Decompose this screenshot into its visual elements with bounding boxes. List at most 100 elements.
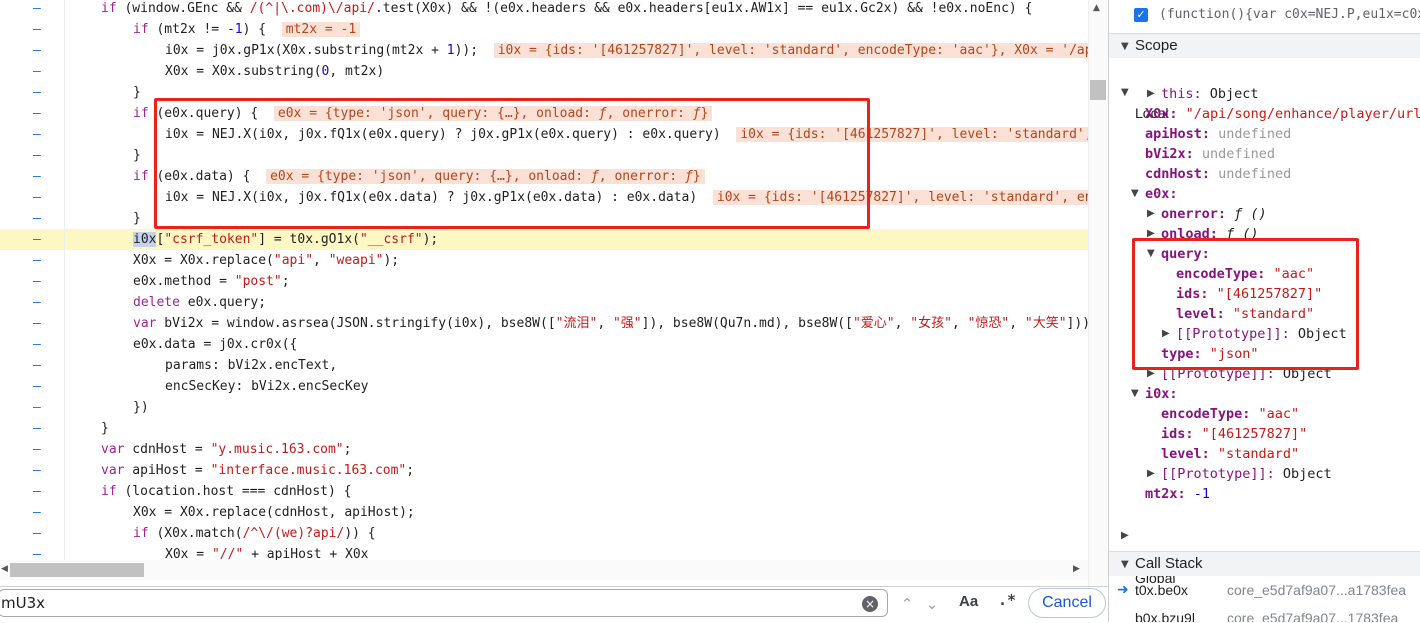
code-line[interactable]: – X0x = X0x.substring(0, mt2x)	[0, 61, 1108, 82]
collapse-triangle-icon[interactable]: ▼	[1131, 184, 1139, 204]
cancel-button[interactable]: Cancel	[1028, 588, 1106, 618]
gutter-breakpoint-marker[interactable]: –	[0, 229, 65, 250]
gutter-breakpoint-marker[interactable]: –	[0, 334, 65, 355]
code-line[interactable]: – if (e0x.data) { e0x = {type: 'json', qu…	[0, 166, 1108, 187]
code-line[interactable]: – if (window.GEnc && /(^|\.com)\/api/.tes…	[0, 0, 1108, 19]
scope-variable-row[interactable]: ▼ query:	[1109, 244, 1420, 264]
gutter-breakpoint-marker[interactable]: –	[0, 61, 65, 82]
scope-local-header[interactable]: ▼ Local	[1109, 63, 1420, 121]
gutter-breakpoint-marker[interactable]: –	[0, 19, 65, 40]
scope-variable-row[interactable]: X0x: "/api/song/enhance/player/url"	[1109, 104, 1420, 124]
breakpoint-checkbox[interactable]: ✓	[1134, 8, 1148, 22]
expand-triangle-icon[interactable]: ▶	[1147, 224, 1155, 244]
gutter-breakpoint-marker[interactable]: –	[0, 40, 65, 61]
gutter-breakpoint-marker[interactable]: –	[0, 292, 65, 313]
code-line[interactable]: – var apiHost = "interface.music.163.com"…	[0, 460, 1108, 481]
scope-variable-row[interactable]: bVi2x: undefined	[1109, 144, 1420, 164]
expand-triangle-icon[interactable]: ▶	[1162, 324, 1170, 344]
collapse-triangle-icon[interactable]: ▼	[1147, 244, 1155, 264]
scope-variable-row[interactable]: ids: "[461257827]"	[1109, 284, 1420, 304]
code-line[interactable]: –}	[0, 145, 1108, 166]
scope-global-header[interactable]: ▶ Global	[1109, 528, 1420, 586]
gutter-breakpoint-marker[interactable]: –	[0, 439, 65, 460]
scope-closure-header[interactable]: ▶ Closure	[1109, 506, 1420, 564]
gutter-breakpoint-marker[interactable]: –	[0, 397, 65, 418]
gutter-breakpoint-marker[interactable]: –	[0, 187, 65, 208]
code-line[interactable]: – encSecKey: bVi2x.encSecKey	[0, 376, 1108, 397]
scroll-right-arrow-icon[interactable]: ▶	[1073, 564, 1080, 574]
frame-location[interactable]: core_e5d7af9a07...a1783fea	[1227, 578, 1406, 602]
callstack-section-header[interactable]: ▼ Call Stack	[1109, 551, 1420, 576]
match-case-button[interactable]: Aa	[959, 593, 978, 610]
scope-variable-row[interactable]: level: "standard"	[1109, 444, 1420, 464]
gutter-breakpoint-marker[interactable]: –	[0, 208, 65, 229]
gutter-breakpoint-marker[interactable]: –	[0, 145, 65, 166]
code-line[interactable]: – i0x = j0x.gP1x(X0x.substring(mt2x + 1))…	[0, 40, 1108, 61]
code-line[interactable]: – var cdnHost = "y.music.163.com";	[0, 439, 1108, 460]
code-line[interactable]: – if (e0x.query) { e0x = {type: 'json', q…	[0, 103, 1108, 124]
gutter-breakpoint-marker[interactable]: –	[0, 502, 65, 523]
expand-triangle-icon[interactable]: ▶	[1147, 84, 1155, 104]
code-line[interactable]: –}	[0, 208, 1108, 229]
clear-search-icon[interactable]: ×	[862, 596, 878, 612]
scope-variable-row[interactable]: mt2x: -1	[1109, 484, 1420, 504]
gutter-breakpoint-marker[interactable]: –	[0, 250, 65, 271]
code-line[interactable]: –}	[0, 418, 1108, 439]
gutter-breakpoint-marker[interactable]: –	[0, 376, 65, 397]
code-line[interactable]: – X0x = X0x.replace("api", "weapi");	[0, 250, 1108, 271]
gutter-breakpoint-marker[interactable]: –	[0, 0, 65, 19]
scope-variable-row[interactable]: type: "json"	[1109, 344, 1420, 364]
gutter-breakpoint-marker[interactable]: –	[0, 460, 65, 481]
expand-triangle-icon[interactable]: ▶	[1147, 464, 1155, 484]
scope-variable-row[interactable]: ▶ [[Prototype]]: Object	[1109, 364, 1420, 384]
vertical-scrollbar-thumb[interactable]	[1090, 80, 1106, 100]
code-editor[interactable]: – if (window.GEnc && /(^|\.com)\/api/.tes…	[0, 0, 1108, 586]
scope-variable-row[interactable]: ▶ [[Prototype]]: Object	[1109, 324, 1420, 344]
scope-variable-row[interactable]: encodeType: "aac"	[1109, 404, 1420, 424]
scope-variable-row[interactable]: level: "standard"	[1109, 304, 1420, 324]
scope-variable-row[interactable]: ▶ [[Prototype]]: Object	[1109, 464, 1420, 484]
callstack-frame[interactable]: ➜ t0x.be0x core_e5d7af9a07...a1783fea	[1109, 578, 1420, 602]
scope-variable-row[interactable]: ▶ onerror: ƒ ()	[1109, 204, 1420, 224]
next-match-button[interactable]: ⌄	[922, 593, 942, 615]
scope-variable-row[interactable]: ▼ e0x:	[1109, 184, 1420, 204]
collapse-triangle-icon[interactable]: ▼	[1131, 384, 1139, 404]
code-line[interactable]: – X0x = X0x.replace(cdnHost, apiHost);	[0, 502, 1108, 523]
gutter-breakpoint-marker[interactable]: –	[0, 355, 65, 376]
code-line[interactable]: – if (X0x.match(/^\/(we)?api/)) {	[0, 523, 1108, 544]
scope-variable-row[interactable]: ▶ onload: ƒ ()	[1109, 224, 1420, 244]
code-line[interactable]: – if (location.host === cdnHost) {	[0, 481, 1108, 502]
frame-location[interactable]: core_e5d7af9a07...1783fea	[1227, 606, 1398, 622]
regex-button[interactable]: .*	[998, 591, 1016, 609]
code-line[interactable]: – i0x = NEJ.X(i0x, j0x.fQ1x(e0x.query) ? …	[0, 124, 1108, 145]
gutter-breakpoint-marker[interactable]: –	[0, 481, 65, 502]
gutter-breakpoint-marker[interactable]: –	[0, 418, 65, 439]
gutter-breakpoint-marker[interactable]: –	[0, 523, 65, 544]
scope-variable-row[interactable]: apiHost: undefined	[1109, 124, 1420, 144]
scroll-up-arrow-icon[interactable]: ▲	[1093, 3, 1100, 13]
scope-variable-row[interactable]: ▼ i0x:	[1109, 384, 1420, 404]
scroll-left-arrow-icon[interactable]: ◀	[1, 564, 8, 574]
search-input[interactable]	[0, 589, 888, 617]
code-line[interactable]: –})	[0, 397, 1108, 418]
code-line[interactable]: – i0x["csrf_token"] = t0x.gO1x("__csrf");	[0, 229, 1108, 250]
expand-triangle-icon[interactable]: ▶	[1147, 364, 1155, 384]
gutter-breakpoint-marker[interactable]: –	[0, 124, 65, 145]
code-line[interactable]: – i0x = NEJ.X(i0x, j0x.fQ1x(e0x.data) ? j…	[0, 187, 1108, 208]
gutter-breakpoint-marker[interactable]: –	[0, 166, 65, 187]
code-line[interactable]: –}	[0, 82, 1108, 103]
code-line[interactable]: – e0x.method = "post";	[0, 271, 1108, 292]
code-line[interactable]: – e0x.data = j0x.cr0x({	[0, 334, 1108, 355]
code-line[interactable]: – delete e0x.query;	[0, 292, 1108, 313]
gutter-breakpoint-marker[interactable]: –	[0, 271, 65, 292]
scope-variable-row[interactable]: ids: "[461257827]"	[1109, 424, 1420, 444]
scope-variable-row[interactable]: encodeType: "aac"	[1109, 264, 1420, 284]
expand-triangle-icon[interactable]: ▶	[1147, 204, 1155, 224]
horizontal-scrollbar-thumb[interactable]	[10, 563, 144, 577]
gutter-breakpoint-marker[interactable]: –	[0, 82, 65, 103]
scope-variable-row[interactable]: ▶ this: Object	[1109, 84, 1420, 104]
code-line[interactable]: – var bVi2x = window.asrsea(JSON.stringif…	[0, 313, 1108, 334]
code-line[interactable]: – params: bVi2x.encText,	[0, 355, 1108, 376]
code-line[interactable]: – if (mt2x != -1) { mt2x = -1	[0, 19, 1108, 40]
callstack-frame[interactable]: b0x.bzu9l core_e5d7af9a07...1783fea	[1109, 606, 1420, 622]
